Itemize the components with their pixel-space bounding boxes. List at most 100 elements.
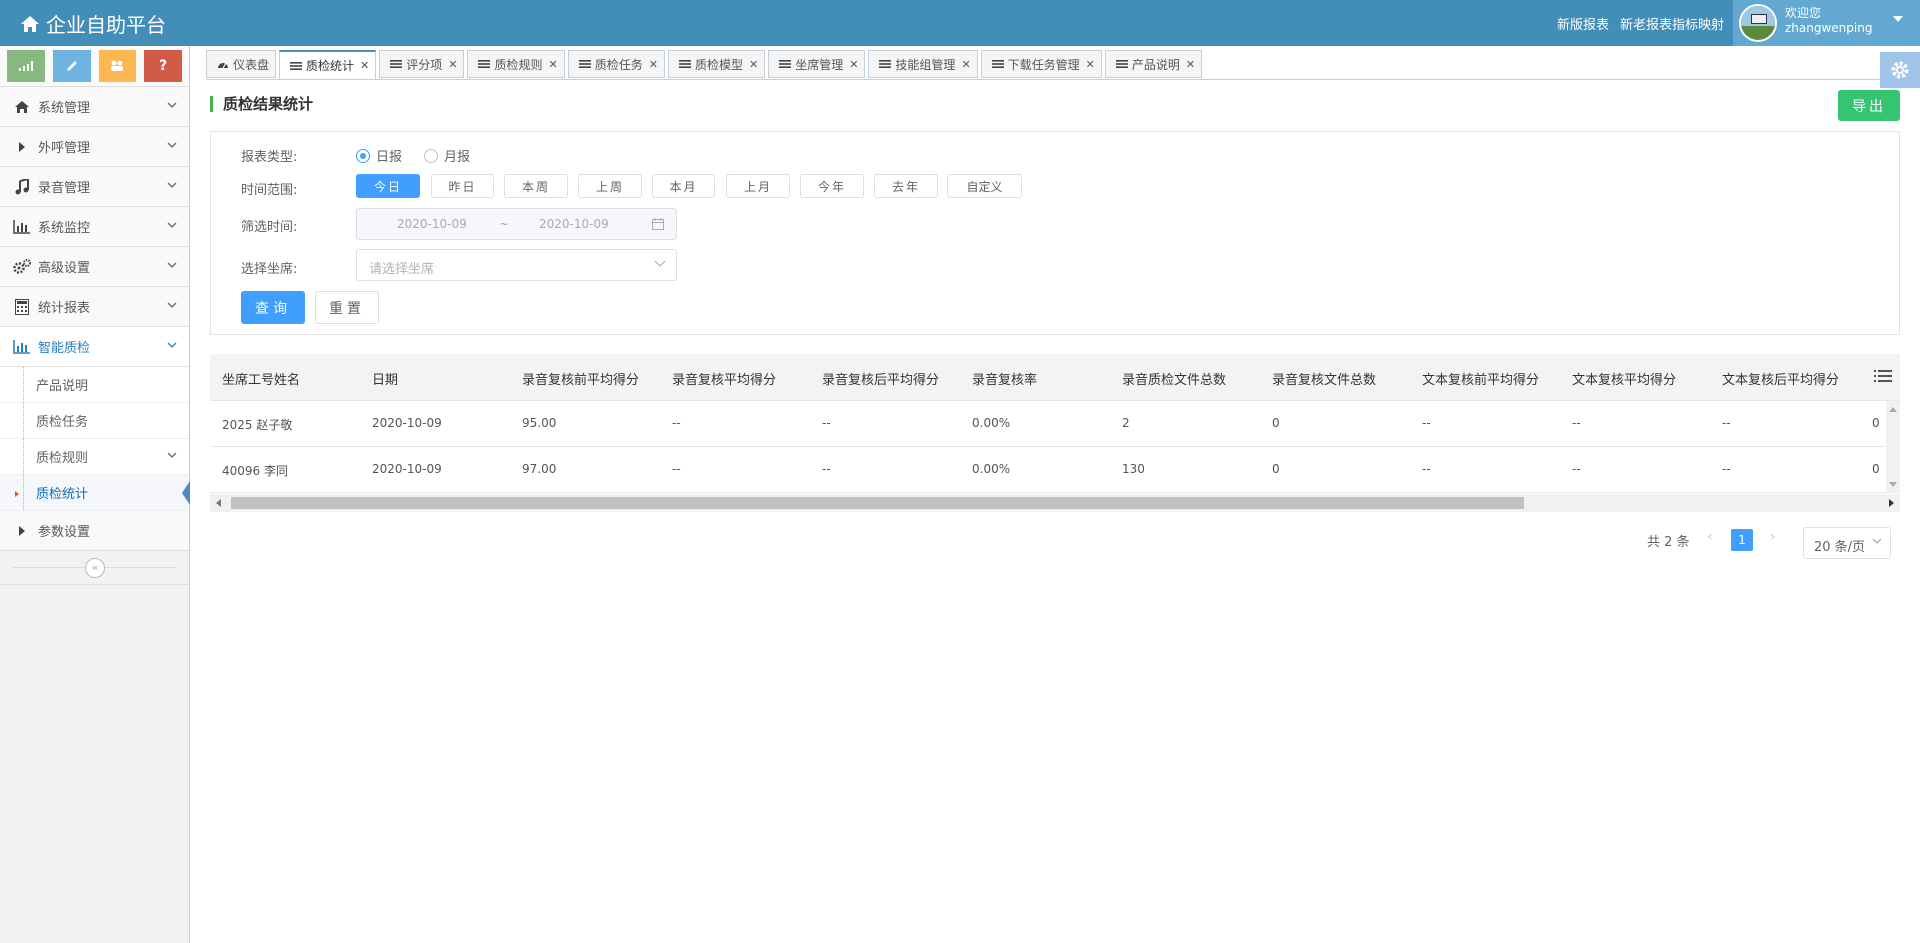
table-cell: 97.00: [522, 462, 557, 476]
column-header[interactable]: 录音复核率: [972, 369, 1037, 388]
radio-monthly[interactable]: 月报: [424, 146, 470, 165]
export-button[interactable]: 导出: [1838, 90, 1900, 121]
calendar-icon: [652, 218, 664, 230]
agent-select[interactable]: 请选择坐席: [356, 249, 677, 281]
cogs-icon: [12, 258, 32, 275]
horizontal-scrollbar[interactable]: [210, 494, 1900, 512]
radio-label: 月报: [444, 150, 471, 165]
column-header[interactable]: 录音复核后平均得分: [822, 369, 939, 388]
column-header[interactable]: 录音复核文件总数: [1272, 369, 1376, 388]
signal-icon[interactable]: [7, 50, 45, 82]
page-size-select[interactable]: 20 条/页: [1803, 527, 1891, 559]
tab-item[interactable]: 质检模型 ✕: [667, 50, 766, 78]
sidebar-subitem-qc-tasks[interactable]: 质检任务: [0, 403, 189, 439]
table-row[interactable]: 40096 李同 2020-10-09 97.00 -- -- 0.00% 130 0 -- --…: [210, 447, 1900, 493]
question-icon[interactable]: ?: [144, 50, 182, 82]
range-last-week-button[interactable]: 上周: [578, 174, 642, 198]
close-icon[interactable]: ✕: [1186, 58, 1195, 71]
close-icon[interactable]: ✕: [448, 58, 457, 71]
sidebar-item-recording[interactable]: 录音管理: [0, 167, 189, 207]
tab-item[interactable]: 下载任务管理 ✕: [980, 50, 1102, 78]
tab-item[interactable]: 技能组管理 ✕: [868, 50, 978, 78]
page-number-current[interactable]: 1: [1731, 529, 1753, 551]
column-header[interactable]: 文本复核前平均得分: [1422, 369, 1539, 388]
column-header[interactable]: 录音质检文件总数: [1122, 369, 1226, 388]
range-yesterday-button[interactable]: 昨日: [431, 174, 494, 198]
vertical-scrollbar[interactable]: [1886, 401, 1900, 493]
sidebar-item-quality[interactable]: 智能质检: [0, 327, 189, 367]
column-header[interactable]: 文本复核平均得分: [1572, 369, 1676, 388]
shortcut-bar: ?: [0, 46, 189, 87]
tab-item[interactable]: 产品说明 ✕: [1104, 50, 1203, 78]
report-mapping-link[interactable]: 新老报表指标映射: [1620, 14, 1724, 33]
bar-chart-icon: [12, 219, 32, 234]
query-button[interactable]: 查询: [241, 291, 305, 324]
range-this-month-button[interactable]: 本月: [652, 174, 715, 198]
close-icon[interactable]: ✕: [649, 58, 658, 71]
collapse-icon[interactable]: «: [85, 558, 105, 578]
table-cell: 0: [1872, 462, 1880, 476]
close-icon[interactable]: ✕: [360, 59, 369, 72]
pencil-icon[interactable]: [52, 50, 91, 82]
range-last-year-button[interactable]: 去年: [874, 174, 938, 198]
table-cell: 2: [1122, 416, 1130, 430]
table-cell: 95.00: [522, 416, 557, 430]
sidebar-subitem-qc-stats[interactable]: 质检统计: [0, 475, 190, 511]
sidebar-item-params[interactable]: 参数设置: [0, 511, 189, 551]
chevron-down-icon: [167, 102, 177, 108]
tab-item[interactable]: 仪表盘: [206, 50, 277, 78]
subitem-label: 质检规则: [36, 451, 89, 466]
range-this-week-button[interactable]: 本周: [504, 174, 568, 198]
brand[interactable]: 企业自助平台: [20, 9, 166, 38]
column-header[interactable]: 录音复核前平均得分: [522, 369, 639, 388]
users-icon[interactable]: [98, 50, 137, 82]
tab-label: 评分项: [406, 57, 443, 72]
table-header: 坐席工号姓名 日期 录音复核前平均得分 录音复核平均得分 录音复核后平均得分 录音复核率 录…: [210, 354, 1900, 401]
table-row[interactable]: 2025 赵子敬 2020-10-09 95.00 -- -- 0.00% 2 0 -- -- --…: [210, 401, 1900, 447]
avatar: [1739, 4, 1777, 42]
sidebar-item-monitor[interactable]: 系统监控: [0, 207, 189, 247]
close-icon[interactable]: ✕: [1086, 58, 1095, 71]
radio-checked-icon: [356, 148, 370, 163]
table-cell: 2020-10-09: [372, 462, 442, 476]
close-icon[interactable]: ✕: [849, 58, 858, 71]
close-icon[interactable]: ✕: [549, 58, 558, 71]
sidebar-item-system[interactable]: 系统管理: [0, 87, 189, 127]
table-cell: --: [1572, 462, 1581, 476]
range-this-year-button[interactable]: 今年: [800, 174, 864, 198]
tab-item[interactable]: 坐席管理 ✕: [768, 50, 866, 78]
close-icon[interactable]: ✕: [961, 58, 970, 71]
sidebar-subitem-qc-rules[interactable]: 质检规则: [0, 439, 189, 475]
column-menu-icon[interactable]: [1874, 369, 1892, 383]
caret-right-icon: [12, 141, 32, 152]
close-icon[interactable]: ✕: [749, 58, 758, 71]
tab-item[interactable]: 质检统计 ✕: [279, 50, 377, 80]
range-today-button[interactable]: 今日: [356, 174, 420, 198]
range-custom-button[interactable]: 自定义: [947, 174, 1022, 198]
column-header[interactable]: 文本复核后平均得分: [1722, 369, 1839, 388]
reset-button[interactable]: 重置: [315, 291, 379, 324]
scrollbar-thumb[interactable]: [231, 497, 1524, 509]
sidebar-item-outbound[interactable]: 外呼管理: [0, 127, 189, 167]
column-header[interactable]: 日期: [372, 369, 398, 388]
sidebar-item-reports[interactable]: 统计报表: [0, 287, 189, 327]
tab-item[interactable]: 质检规则 ✕: [467, 50, 565, 78]
sidebar-item-advanced[interactable]: 高级设置: [0, 247, 189, 287]
prev-page-icon[interactable]: ‹: [1707, 529, 1713, 545]
column-header[interactable]: 坐席工号姓名: [222, 369, 300, 388]
next-page-icon[interactable]: ›: [1770, 529, 1776, 545]
tab-item[interactable]: 质检任务 ✕: [567, 50, 665, 78]
gear-icon[interactable]: [1880, 52, 1920, 88]
tab-item[interactable]: 评分项 ✕: [379, 50, 465, 78]
range-last-month-button[interactable]: 上月: [726, 174, 790, 198]
table-cell: 0.00%: [972, 416, 1011, 430]
column-header[interactable]: 录音复核平均得分: [672, 369, 776, 388]
date-range-picker[interactable]: 2020-10-09 ~ 2020-10-09: [356, 208, 677, 240]
sidebar-subitem-product-info[interactable]: 产品说明: [0, 367, 189, 403]
radio-daily[interactable]: 日报: [356, 146, 402, 165]
chevron-down-icon: [167, 262, 177, 268]
scroll-up-icon: [1889, 407, 1897, 412]
new-report-link[interactable]: 新版报表: [1557, 14, 1609, 33]
tab-label: 技能组管理: [895, 57, 956, 72]
user-menu[interactable]: 欢迎您 zhangwenping: [1733, 0, 1920, 46]
